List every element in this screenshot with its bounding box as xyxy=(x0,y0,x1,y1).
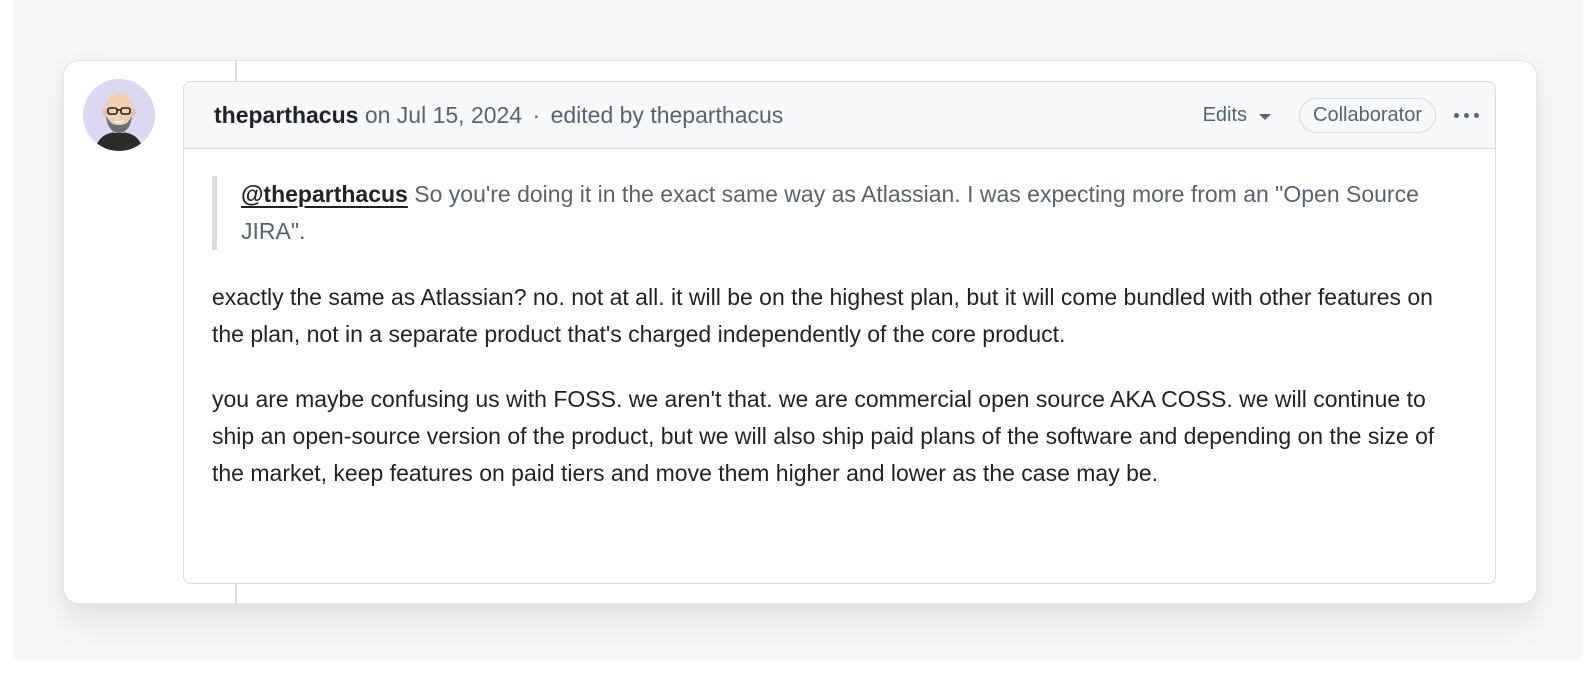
edits-dropdown[interactable]: Edits xyxy=(1202,103,1272,127)
mention-link[interactable]: @theparthacus xyxy=(241,181,408,207)
kebab-dot xyxy=(1474,112,1479,118)
quote-text: So you're doing it in the exact same way… xyxy=(241,181,1419,244)
kebab-dot xyxy=(1464,112,1469,118)
kebab-dot xyxy=(1454,112,1459,118)
comment-date[interactable]: on Jul 15, 2024 xyxy=(365,102,522,128)
edits-label: Edits xyxy=(1202,103,1248,126)
comment-meta: theparthacus on Jul 15, 2024 · edited by… xyxy=(214,102,783,129)
triangle-down-icon xyxy=(1259,113,1272,120)
body-paragraph-1: exactly the same as Atlassian? no. not a… xyxy=(212,284,1433,347)
comment-box: theparthacus on Jul 15, 2024 · edited by… xyxy=(183,81,1496,584)
avatar[interactable] xyxy=(83,79,155,151)
comment-header: theparthacus on Jul 15, 2024 · edited by… xyxy=(184,82,1495,149)
body-paragraph-2: you are maybe confusing us with FOSS. we… xyxy=(212,386,1435,486)
comment-body: @theparthacus So you're doing it in the … xyxy=(184,149,1495,492)
edited-by-text: edited by theparthacus xyxy=(550,101,784,128)
kebab-horizontal-icon[interactable] xyxy=(1452,107,1481,124)
blockquote: @theparthacus So you're doing it in the … xyxy=(212,176,1465,250)
author-link[interactable]: theparthacus xyxy=(214,102,358,128)
meta-separator: · xyxy=(532,101,541,128)
header-actions: Edits Collaborator xyxy=(1202,97,1481,133)
avatar-illustration xyxy=(83,79,155,151)
collaborator-badge: Collaborator xyxy=(1299,97,1436,133)
